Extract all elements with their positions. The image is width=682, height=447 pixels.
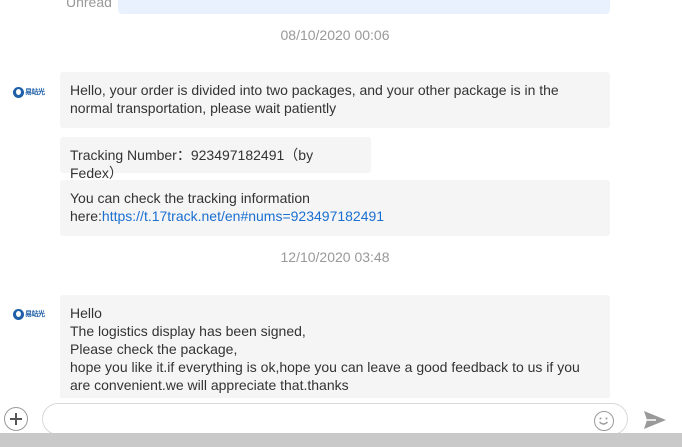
tracking-link[interactable]: https://t.17track.net/en#nums=9234971824… (102, 208, 384, 224)
avatar-brand-text: 易站光 (25, 310, 45, 318)
agent-avatar: 易站光 (13, 86, 47, 98)
message-line: hope you like it.if everything is ok,hop… (70, 359, 580, 393)
message-line: Hello (70, 305, 102, 321)
message-bubble: Hello, your order is divided into two pa… (60, 72, 610, 128)
plus-icon[interactable] (4, 407, 28, 431)
message-bubble: Tracking Number：923497182491（by Fedex） (60, 137, 371, 181)
message-bubble: Hello The logistics display has been sig… (60, 295, 610, 398)
message-line: Please check the package, (70, 341, 238, 357)
agent-avatar: 易站光 (13, 308, 47, 320)
message-line: The logistics display has been signed, (70, 323, 306, 339)
message-text: Tracking Number：923497182491（by Fedex） (70, 147, 314, 181)
message-bubble: You can check the tracking information h… (60, 180, 610, 236)
smiley-icon[interactable] (594, 411, 614, 431)
timestamp: 12/10/2020 03:48 (280, 249, 390, 265)
unread-label: Unread (66, 0, 112, 10)
timestamp: 08/10/2020 00:06 (280, 27, 390, 43)
avatar-brand-text: 易站光 (25, 88, 45, 96)
message-input[interactable] (42, 403, 628, 435)
brand-logo-icon (13, 308, 24, 320)
message-text: Hello, your order is divided into two pa… (70, 82, 559, 116)
horizontal-scrollbar[interactable] (0, 433, 682, 447)
brand-logo-icon (13, 86, 24, 98)
chat-history: Unread 08/10/2020 00:06 易站光 Hello, your … (0, 0, 682, 398)
previous-message-bubble (118, 0, 610, 14)
send-icon[interactable] (643, 409, 667, 431)
